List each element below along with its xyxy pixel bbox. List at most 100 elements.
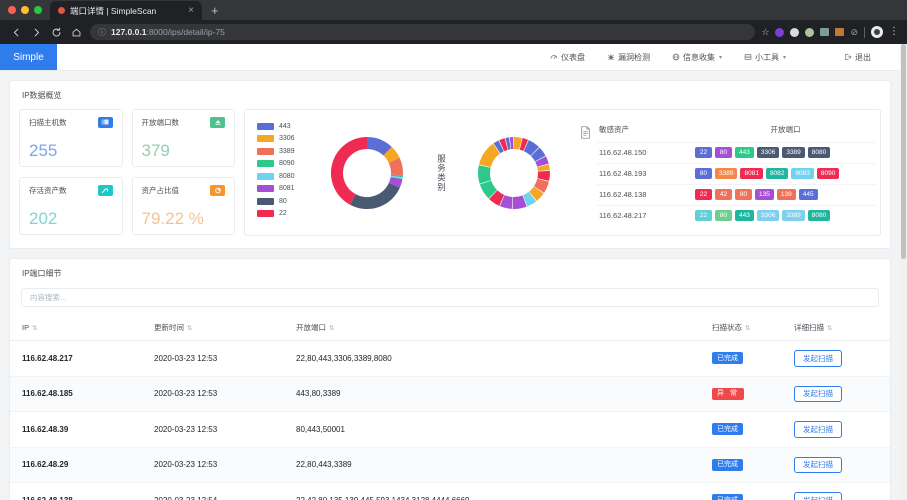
column-header-updated[interactable]: 更新时间 ⇅ (150, 316, 292, 341)
donut-segment[interactable] (513, 136, 522, 150)
brand-logo[interactable]: Simple (0, 44, 57, 70)
table-row[interactable]: 116.62.48.29 2020-03-23 12:53 22,80,443,33… (10, 447, 890, 483)
port-badge[interactable]: 445 (798, 188, 818, 201)
table-row[interactable]: 116.62.48.185 2020-03-23 12:53 443,80,3389… (10, 376, 890, 412)
port-badge[interactable]: 8080 (807, 146, 831, 159)
start-scan-button[interactable]: 发起扫描 (794, 456, 842, 473)
donut-segment[interactable] (530, 147, 546, 162)
donut-chart-services[interactable] (448, 131, 581, 215)
start-scan-button[interactable]: 发起扫描 (794, 350, 842, 367)
donut-segment[interactable] (537, 163, 550, 171)
port-badge[interactable]: 8082 (765, 167, 789, 180)
donut-segment[interactable] (528, 185, 544, 201)
extension-icon-1[interactable] (775, 27, 785, 37)
donut-segment[interactable] (477, 164, 491, 184)
donut-segment[interactable] (479, 179, 498, 198)
extension-icon-3[interactable] (820, 28, 830, 36)
address-bar[interactable]: ⓘ 127.0.0.1:8000/ips/detail/ip-75 (90, 24, 756, 40)
assets-row[interactable]: 116.62.48.150 22 80 443 3306 3389 8080 (597, 141, 876, 163)
port-badge[interactable]: 3306 (756, 209, 780, 222)
donut-segment[interactable] (366, 136, 392, 156)
site-info-icon[interactable]: ⓘ (98, 27, 106, 38)
donut-segment[interactable] (488, 189, 505, 206)
legend-item[interactable]: 8081 (257, 185, 301, 192)
legend-item[interactable]: 8090 (257, 160, 301, 167)
nav-item-logout[interactable]: 退出 (833, 52, 882, 63)
nav-item-tools[interactable]: 小工具 ▾ (733, 52, 797, 63)
blocker-icon[interactable]: ⊘ (850, 27, 858, 38)
stat-card-ports[interactable]: 开放端口数 379 (131, 109, 235, 167)
donut-segment[interactable] (493, 139, 504, 153)
port-badge[interactable]: 8083 (791, 167, 814, 180)
legend-item[interactable]: 3389 (257, 147, 301, 155)
assets-row[interactable]: 116.62.48.193 80 3389 8081 8082 8083 8090 (597, 162, 876, 184)
forward-arrow-icon[interactable] (26, 22, 46, 42)
donut-segment[interactable] (534, 155, 549, 167)
port-badge[interactable]: 443 (735, 146, 754, 159)
donut-segment[interactable] (498, 137, 508, 151)
port-badge[interactable]: 3306 (756, 146, 780, 159)
nav-item-vuln-scan[interactable]: 漏洞检测 (596, 52, 661, 63)
port-badge[interactable]: 22 (695, 146, 712, 159)
port-badge[interactable]: 139 (776, 188, 796, 201)
extension-icon-2[interactable] (805, 27, 815, 37)
legend-item[interactable]: 3306 (257, 135, 301, 142)
port-badge[interactable]: 443 (735, 209, 754, 222)
donut-segment[interactable] (478, 143, 501, 168)
donut-segment[interactable] (499, 194, 513, 209)
start-scan-button[interactable]: 发起扫描 (794, 385, 842, 402)
donut-segment[interactable] (519, 137, 528, 151)
column-header-ip[interactable]: IP ⇅ (10, 316, 150, 341)
start-scan-button[interactable]: 发起扫描 (794, 492, 842, 500)
scrollbar-thumb[interactable] (901, 44, 906, 259)
legend-item[interactable]: 443 (257, 122, 301, 130)
port-badge[interactable]: 42 (715, 188, 732, 201)
extension-icon-4[interactable] (835, 28, 845, 36)
column-header-status[interactable]: 扫描状态 ⇅ (708, 316, 790, 341)
minimize-window-button[interactable] (21, 6, 29, 14)
table-row[interactable]: 116.62.48.39 2020-03-23 12:53 80,443,50001… (10, 411, 890, 448)
browser-tab[interactable]: 端口详情 | SimpleScan × (50, 1, 202, 20)
port-badge[interactable]: 80 (735, 188, 752, 201)
donut-segment[interactable] (522, 191, 536, 206)
donut-segment[interactable] (388, 157, 404, 175)
port-badge[interactable]: 8090 (816, 167, 840, 180)
close-window-button[interactable] (8, 6, 16, 14)
maximize-window-button[interactable] (34, 6, 42, 14)
port-badge[interactable]: 135 (755, 188, 774, 201)
port-badge[interactable]: 22 (695, 188, 712, 201)
port-badge[interactable]: 8081 (740, 167, 763, 180)
port-badge[interactable]: 8080 (807, 209, 831, 222)
reload-icon[interactable] (46, 22, 66, 42)
table-row[interactable]: 116.62.48.217 2020-03-23 12:53 22,80,443,3… (10, 340, 890, 377)
start-scan-button[interactable]: 发起扫描 (794, 421, 842, 438)
port-badge[interactable]: 3389 (782, 209, 805, 222)
donut-segment[interactable] (350, 181, 401, 209)
donut-segment[interactable] (512, 194, 527, 209)
donut-segment[interactable] (383, 146, 400, 163)
extensions-puzzle-icon[interactable] (790, 27, 800, 37)
port-badge[interactable]: 22 (695, 209, 712, 222)
legend-item[interactable]: 8080 (257, 172, 301, 180)
port-badge[interactable]: 80 (715, 146, 732, 159)
new-tab-button[interactable]: + (211, 3, 219, 18)
column-header-open-ports[interactable]: 开放端口 ⇅ (292, 316, 708, 341)
column-header-detail-scan[interactable]: 详细扫描 ⇅ (790, 316, 890, 341)
port-badge[interactable]: 3389 (782, 146, 805, 159)
bookmark-star-icon[interactable]: ☆ (761, 27, 769, 38)
stat-card-hosts[interactable]: 扫描主机数 255 (19, 109, 123, 167)
donut-segment[interactable] (537, 170, 550, 181)
search-input[interactable] (21, 288, 879, 307)
nav-item-dashboard[interactable]: 仪表盘 (539, 52, 596, 63)
back-arrow-icon[interactable] (6, 22, 26, 42)
donut-segment[interactable] (389, 176, 403, 188)
donut-segment[interactable] (505, 136, 511, 150)
donut-segment[interactable] (533, 178, 549, 193)
donut-chart-ports[interactable] (301, 131, 434, 215)
nav-item-info-gathering[interactable]: 信息收集 ▾ (661, 52, 733, 63)
home-icon[interactable] (66, 22, 86, 42)
profile-avatar[interactable] (871, 26, 883, 38)
port-badge[interactable]: 80 (695, 167, 712, 180)
page-scrollbar[interactable] (900, 44, 907, 500)
assets-row[interactable]: 116.62.48.138 22 42 80 135 139 445 (597, 183, 876, 205)
